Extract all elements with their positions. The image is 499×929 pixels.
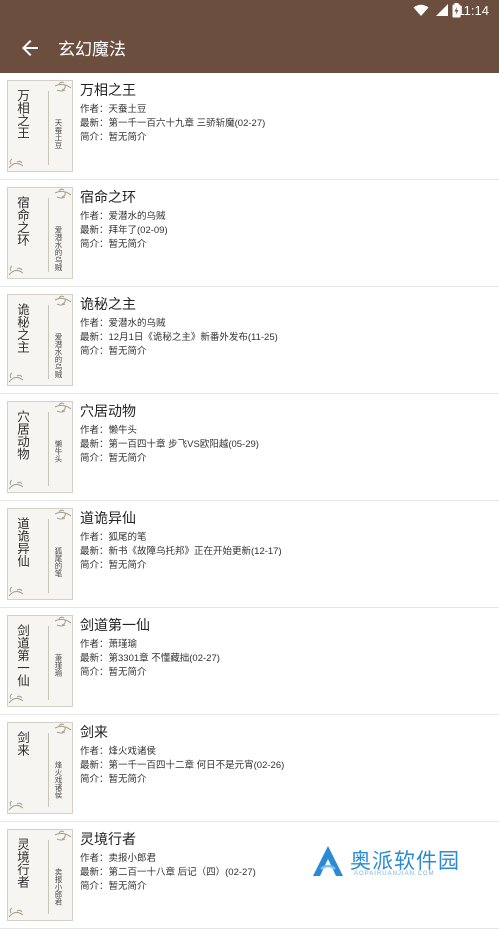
book-item[interactable]: 万相之王 天蚕土豆 万相之王 作者：天蚕土豆 最新：第一千一百六十九章 三骄斩魔(02-…	[0, 73, 499, 180]
cover-author: 萧瑾瑜	[54, 654, 63, 677]
book-author: 作者：狐尾的笔	[80, 532, 147, 543]
cover-author: 烽火戏诸侯	[54, 761, 63, 799]
book-author: 作者：萧瑾瑜	[80, 639, 138, 650]
book-latest-chapter: 最新：第3301章 不懂藏拙(02-27)	[80, 653, 220, 664]
book-latest-chapter: 最新：12月1日《诡秘之主》新番外发布(11-25)	[80, 332, 278, 343]
status-bar: 11:14	[0, 0, 499, 22]
book-item[interactable]: 穴居动物 懒牛头 穴居动物 作者：懒牛头 最新：第一百四十章 步飞VS欧阳越(05-29…	[0, 394, 499, 501]
back-arrow-icon[interactable]	[18, 36, 42, 60]
signal-icon	[436, 4, 448, 16]
watermark-logo-icon	[313, 846, 343, 876]
book-info: 万相之王作者：天蚕土豆最新：第一千一百六十九章 三骄斩魔(02-27) 简介：暂无…	[80, 81, 491, 145]
cover-author: 卖报小郎君	[54, 868, 63, 906]
book-cover: 道诡异仙狐尾的笔	[7, 508, 73, 600]
book-title: 诡秘之主	[80, 296, 136, 312]
cover-title: 诡秘之主	[15, 303, 30, 353]
cover-divider	[48, 198, 49, 272]
book-cover: 万相之王天蚕土豆	[7, 80, 73, 172]
cover-divider	[48, 519, 49, 593]
book-item[interactable]: 剑道第一仙 萧瑾瑜 剑道第一仙 作者：萧瑾瑜 最新：第3301章 不懂藏拙(02-27)…	[0, 608, 499, 715]
page-title: 玄幻魔法	[58, 40, 126, 59]
book-intro: 简介：暂无简介	[80, 667, 147, 678]
cover-divider	[48, 626, 49, 700]
book-title: 穴居动物	[80, 403, 136, 419]
book-title: 道诡异仙	[80, 510, 136, 526]
cover-title: 剑道第一仙	[15, 624, 30, 687]
book-title: 剑来	[80, 724, 108, 740]
book-intro: 简介：暂无简介	[80, 239, 147, 250]
book-latest-chapter: 最新：拜年了(02-09)	[80, 225, 168, 236]
cover-title: 剑来	[15, 731, 30, 756]
cover-title: 道诡异仙	[15, 517, 30, 567]
book-cover: 剑道第一仙 萧瑾瑜	[7, 615, 73, 707]
cover-author: 爱潜水的乌贼	[54, 226, 63, 271]
book-info: 诡秘之主作者：爱潜水的乌贼最新：12月1日《诡秘之主》新番外发布(11-25) 简…	[80, 295, 491, 359]
watermark-url: AOPAIRUANJIAN.COM	[354, 871, 435, 877]
status-time: 11:14	[457, 3, 489, 18]
book-author: 作者：烽火戏诸侯	[80, 746, 157, 757]
book-title: 剑道第一仙	[80, 617, 150, 633]
cover-divider	[48, 840, 49, 914]
book-author: 作者：天蚕土豆	[80, 104, 147, 115]
book-latest-chapter: 最新：新书《故障乌托邦》正在开始更新(12-17)	[80, 546, 282, 557]
cover-author: 懒牛头	[54, 440, 63, 463]
book-intro: 简介：暂无简介	[80, 132, 147, 143]
book-title: 宿命之环	[80, 189, 136, 205]
cover-author: 天蚕土豆	[54, 119, 63, 149]
book-intro: 简介：暂无简介	[80, 346, 147, 357]
cover-divider	[48, 733, 49, 807]
book-cover: 剑来烽火戏诸侯	[7, 722, 73, 814]
book-author: 作者：爱潜水的乌贼	[80, 211, 166, 222]
book-author: 作者：爱潜水的乌贼	[80, 318, 166, 329]
book-latest-chapter: 最新：第一百四十章 步飞VS欧阳越(05-29)	[80, 439, 259, 450]
wifi-icon	[413, 4, 429, 16]
book-cover: 穴居动物懒牛头	[7, 401, 73, 493]
book-item[interactable]: 道诡异仙 狐尾的笔 道诡异仙 作者：狐尾的笔 最新：新书《故障乌托邦》正在开始更新(12…	[0, 501, 499, 608]
book-info: 穴居动物作者：懒牛头最新：第一百四十章 步飞VS欧阳越(05-29) 简介：暂无简…	[80, 402, 491, 466]
book-cover: 诡秘之主爱潜水的乌贼	[7, 294, 73, 386]
book-item[interactable]: 剑来 烽火戏诸侯 剑来 作者：烽火戏诸侯 最新：第一千一百四十二章 何日不是元宵(02-…	[0, 715, 499, 822]
book-author: 作者：懒牛头	[80, 425, 138, 436]
cover-divider	[48, 91, 49, 165]
book-item[interactable]: 宿命之环 爱潜水的乌贼 宿命之环 作者：爱潜水的乌贼 最新：拜年了(02-09) 简介：暂…	[0, 180, 499, 287]
book-info: 剑道第一仙作者：萧瑾瑜最新：第3301章 不懂藏拙(02-27) 简介：暂无简介	[80, 616, 491, 680]
book-info: 宿命之环作者：爱潜水的乌贼 最新：拜年了(02-09) 简介：暂无简介	[80, 188, 491, 252]
toolbar: 玄幻魔法	[0, 22, 499, 73]
cover-author: 爱潜水的乌贼	[54, 333, 63, 378]
book-intro: 简介：暂无简介	[80, 774, 147, 785]
book-intro: 简介：暂无简介	[80, 453, 147, 464]
book-latest-chapter: 最新：第一千一百四十二章 何日不是元宵(02-26)	[80, 760, 285, 771]
book-intro: 简介：暂无简介	[80, 560, 147, 571]
cover-title: 宿命之环	[15, 196, 30, 246]
cover-title: 万相之王	[15, 89, 30, 139]
book-cover: 宿命之环爱潜水的乌贼	[7, 187, 73, 279]
cover-divider	[48, 412, 49, 486]
book-info: 道诡异仙作者：狐尾的笔最新：新书《故障乌托邦》正在开始更新(12-17) 简介：暂…	[80, 509, 491, 573]
book-title: 万相之王	[80, 82, 136, 98]
watermark: 奥派软件园 AOPAIRUANJIAN.COM	[310, 843, 495, 883]
book-info: 剑来作者：烽火戏诸侯最新：第一千一百四十二章 何日不是元宵(02-26) 简介：暂…	[80, 723, 491, 787]
book-item[interactable]: 诡秘之主 爱潜水的乌贼 诡秘之主 作者：爱潜水的乌贼 最新：12月1日《诡秘之主》新番外…	[0, 287, 499, 394]
book-list: 万相之王 天蚕土豆 万相之王 作者：天蚕土豆 最新：第一千一百六十九章 三骄斩魔(02-…	[0, 73, 499, 929]
book-latest-chapter: 最新：第一千一百六十九章 三骄斩魔(02-27)	[80, 118, 266, 129]
cover-title: 穴居动物	[15, 410, 30, 460]
cover-divider	[48, 305, 49, 379]
cover-title: 灵境行者	[15, 838, 30, 888]
cover-author: 狐尾的笔	[54, 547, 63, 577]
book-cover: 灵境行者卖报小郎君	[7, 829, 73, 921]
